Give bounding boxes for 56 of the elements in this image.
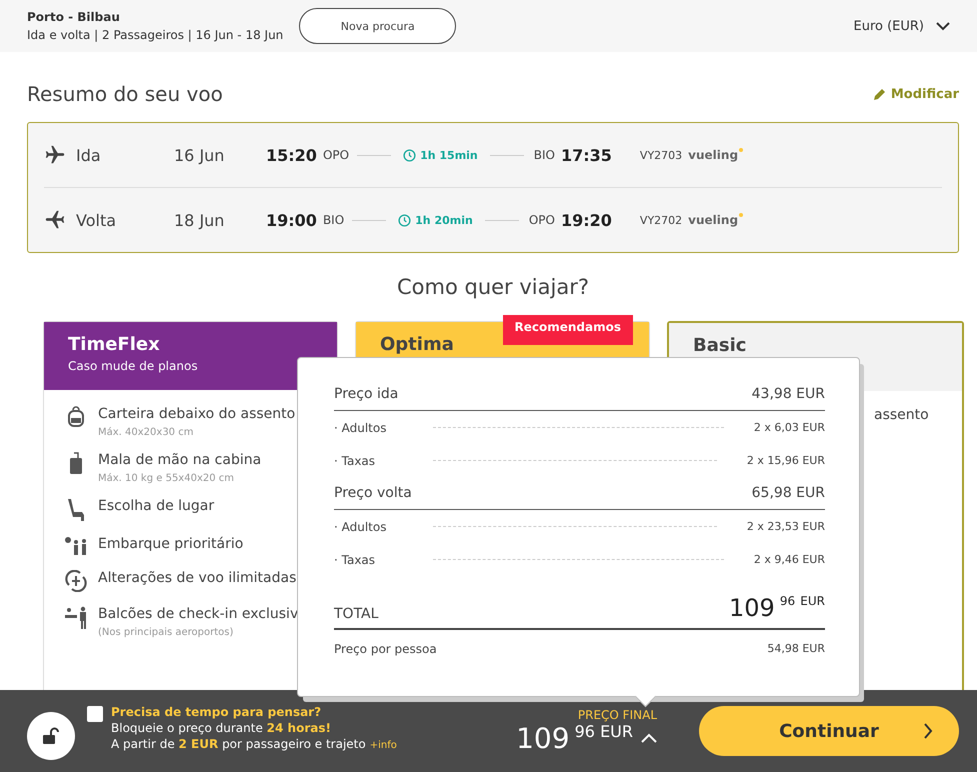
airline-logo: vueling <box>688 148 744 162</box>
airline-logo: vueling <box>688 213 744 227</box>
item-label: · Adultos <box>334 420 388 434</box>
feature-label: assento <box>874 407 929 423</box>
arrival-airport: BIO <box>534 148 555 162</box>
feature-note: (Nos principais aeroportos) <box>98 627 234 638</box>
total-label: TOTAL <box>334 606 378 622</box>
summary-title: Resumo do seu voo <box>27 82 223 106</box>
item-label: · Taxas <box>334 552 376 566</box>
departure-time: 19:00 <box>266 210 317 230</box>
final-price-label: PREÇO FINAL <box>578 708 657 722</box>
recommended-badge: Recomendamos <box>502 315 633 345</box>
item-value: 2 x 15,96 EUR <box>746 454 825 467</box>
hold-price-note: A partir de 2 EUR por passageiro e trajeto <box>111 737 366 751</box>
item-value: 2 x 6,03 EUR <box>754 421 825 434</box>
item-value: 2 x 23,53 EUR <box>746 520 825 533</box>
departure-airport: BIO <box>322 213 344 227</box>
flight-date: 18 Jun <box>174 210 226 230</box>
arrival-time: 17:35 <box>560 146 612 164</box>
section-label: Preço ida <box>334 386 398 402</box>
direction-label: Volta <box>76 210 116 230</box>
item-label: · Adultos <box>334 520 388 534</box>
per-person-label: Preço por pessoa <box>334 642 437 656</box>
fares-title: Como quer viajar? <box>396 275 590 299</box>
direction-label: Ida <box>76 146 101 164</box>
feature-label: Mala de mão na cabina <box>98 452 262 468</box>
flight-date: 16 Jun <box>174 146 226 164</box>
hold-title: Precisa de tempo para pensar? <box>111 705 322 719</box>
feature-note: Máx. 40x20x30 cm <box>98 427 194 438</box>
section-label: Preço volta <box>334 485 412 501</box>
section-amount: 65,98 EUR <box>752 485 825 501</box>
arrival-airport: OPO <box>528 213 555 227</box>
feature-label: Embarque prioritário <box>98 536 244 552</box>
route-title: Porto - Bilbau <box>27 10 121 24</box>
feature-note: Máx. 10 kg e 55x40x20 cm <box>98 473 236 484</box>
item-label: · Taxas <box>334 454 376 468</box>
total-price: 109 96 EUR <box>729 594 825 622</box>
feature-label: Carteira debaixo do assento <box>98 406 296 422</box>
feature-label: Balcões de check-in exclusiv <box>98 606 298 622</box>
arrival-time: 19:20 <box>560 210 612 230</box>
flight-duration: 1h 20min <box>415 214 473 226</box>
hold-description: Bloqueie o preço durante 24 horas! <box>111 721 332 735</box>
continue-button[interactable]: Continuar <box>699 706 959 756</box>
currency-selector[interactable]: Euro (EUR) <box>853 18 924 34</box>
trip-details: Ida e volta | 2 Passageiros | 16 Jun - 18 Jun <box>27 28 284 42</box>
flight-duration: 1h 15min <box>420 148 478 162</box>
info-link[interactable]: +info <box>370 740 397 751</box>
feature-label: Alterações de voo ilimitadas <box>98 570 296 586</box>
flight-number: VY2703 <box>640 148 682 162</box>
feature-label: Escolha de lugar <box>98 498 214 514</box>
item-value: 2 x 9,46 EUR <box>754 553 825 566</box>
departure-time: 15:20 <box>266 146 317 164</box>
departure-airport: OPO <box>322 148 350 162</box>
flight-number: VY2702 <box>640 214 682 226</box>
new-search-button[interactable]: Nova procura <box>299 8 456 44</box>
per-person-price: 54,98 EUR <box>767 642 825 656</box>
